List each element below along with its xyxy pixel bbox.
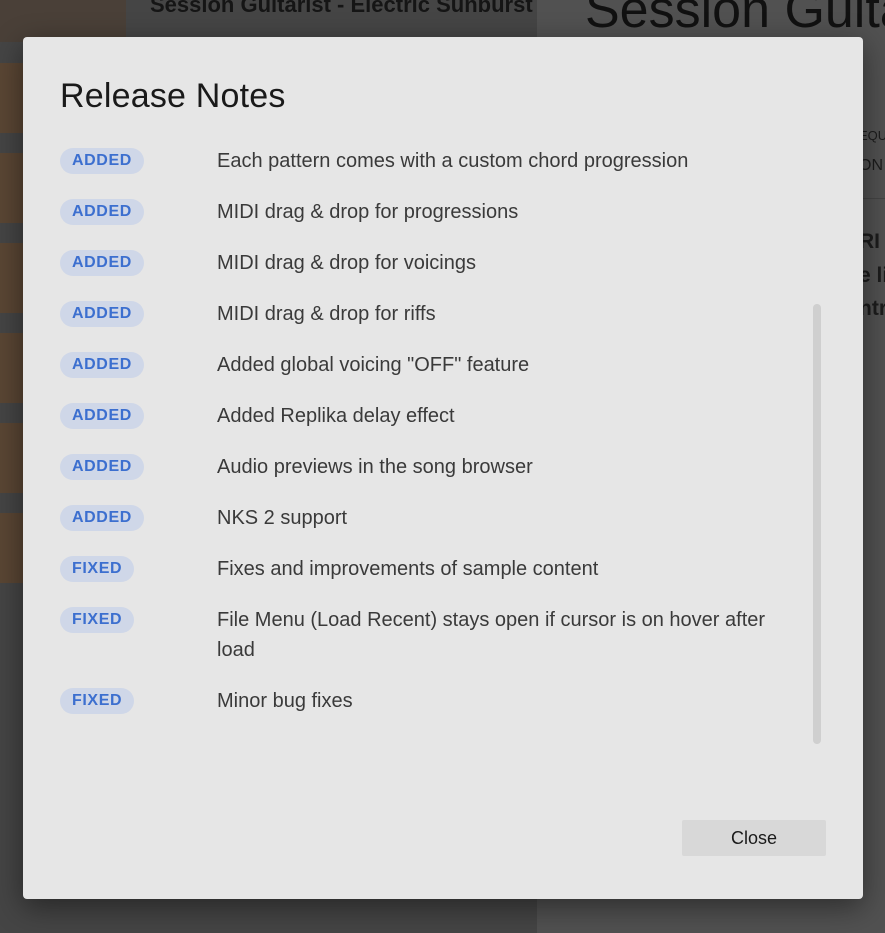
list-item: ADDED Added Replika delay effect <box>60 397 800 448</box>
list-item: ADDED Audio previews in the song browser <box>60 448 800 499</box>
note-text: Added global voicing "OFF" feature <box>217 354 530 376</box>
background-product-title: Session Guitarist - Electric Sunburst <box>150 0 533 17</box>
added-badge: ADDED <box>60 250 144 276</box>
added-badge: ADDED <box>60 199 144 225</box>
thumbnail <box>0 513 24 583</box>
thumbnail-strip <box>0 0 24 600</box>
thumbnail <box>0 423 24 493</box>
note-text: Added Replika delay effect <box>217 405 455 427</box>
background-page-title: Session Guita <box>585 0 885 39</box>
list-item: FIXED Minor bug fixes <box>60 682 800 733</box>
added-badge: ADDED <box>60 505 144 531</box>
list-item: FIXED Fixes and improvements of sample c… <box>60 550 800 601</box>
thumbnail <box>0 333 24 403</box>
note-text: MIDI drag & drop for riffs <box>217 303 436 325</box>
added-badge: ADDED <box>60 352 144 378</box>
release-notes-list[interactable]: ADDED Each pattern comes with a custom c… <box>60 142 800 733</box>
list-item: FIXED File Menu (Load Recent) stays open… <box>60 601 800 682</box>
close-button[interactable]: Close <box>682 820 826 856</box>
fixed-badge: FIXED <box>60 688 135 714</box>
list-item: ADDED NKS 2 support <box>60 499 800 550</box>
list-item: ADDED MIDI drag & drop for riffs <box>60 295 800 346</box>
fixed-badge: FIXED <box>60 556 135 582</box>
note-text: Each pattern comes with a custom chord p… <box>217 150 689 172</box>
list-item: ADDED MIDI drag & drop for voicings <box>60 244 800 295</box>
added-badge: ADDED <box>60 403 144 429</box>
release-notes-dialog: Release Notes ADDED Each pattern comes w… <box>23 37 863 899</box>
note-text: NKS 2 support <box>217 507 348 529</box>
note-text: Fixes and improvements of sample content <box>217 558 599 580</box>
thumbnail <box>0 63 24 133</box>
fixed-badge: FIXED <box>60 607 135 633</box>
thumbnail <box>0 243 24 313</box>
note-text: Minor bug fixes <box>217 690 353 712</box>
dialog-title: Release Notes <box>60 77 286 115</box>
list-item: ADDED MIDI drag & drop for progressions <box>60 193 800 244</box>
note-text: Audio previews in the song browser <box>217 456 533 478</box>
list-item: ADDED Each pattern comes with a custom c… <box>60 142 800 193</box>
list-item: ADDED Added global voicing "OFF" feature <box>60 346 800 397</box>
added-badge: ADDED <box>60 148 144 174</box>
scrollbar[interactable] <box>813 304 821 744</box>
note-text: MIDI drag & drop for progressions <box>217 201 519 223</box>
note-text: MIDI drag & drop for voicings <box>217 252 476 274</box>
added-badge: ADDED <box>60 454 144 480</box>
thumbnail <box>0 153 24 223</box>
added-badge: ADDED <box>60 301 144 327</box>
note-text: File Menu (Load Recent) stays open if cu… <box>217 609 766 661</box>
